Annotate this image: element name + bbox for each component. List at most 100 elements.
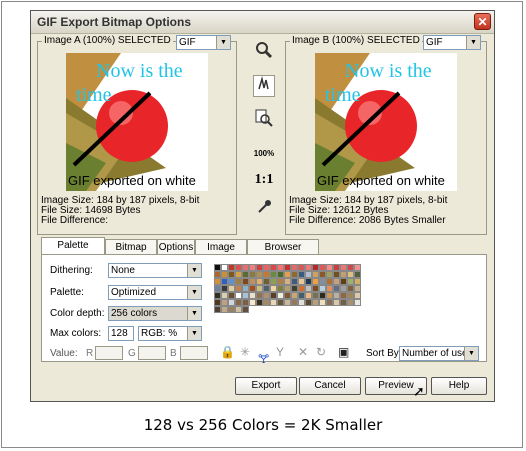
palette-swatch[interactable] [235, 278, 242, 285]
palette-swatch[interactable] [333, 271, 340, 278]
palette-swatch[interactable] [270, 271, 277, 278]
palette-swatch[interactable] [284, 285, 291, 292]
palette-swatch[interactable] [347, 299, 354, 306]
palette-swatch[interactable] [326, 285, 333, 292]
palette-swatch[interactable] [235, 285, 242, 292]
palette-swatch[interactable] [214, 264, 221, 271]
palette-swatch[interactable] [249, 264, 256, 271]
palette-swatch[interactable] [347, 292, 354, 299]
lock-color-icon[interactable]: 🔒 [220, 345, 235, 359]
palette-swatch[interactable] [284, 299, 291, 306]
palette-swatch[interactable] [249, 299, 256, 306]
image-b-format-select[interactable]: GIF ▼ [423, 35, 481, 50]
palette-swatch[interactable] [270, 264, 277, 271]
palette-swatch[interactable] [347, 271, 354, 278]
palette-swatch[interactable] [340, 278, 347, 285]
palette-swatch[interactable] [214, 306, 221, 313]
palette-swatch[interactable] [354, 285, 361, 292]
palette-swatch[interactable] [312, 285, 319, 292]
palette-swatch[interactable] [326, 264, 333, 271]
tab-browser-preview[interactable]: Browser Preview [247, 239, 319, 268]
palette-swatch[interactable] [235, 271, 242, 278]
palette-swatch[interactable] [326, 278, 333, 285]
palette-swatch[interactable] [333, 292, 340, 299]
palette-swatch[interactable] [235, 264, 242, 271]
help-button[interactable]: Help [431, 377, 487, 395]
palette-select[interactable]: Optimized ▼ [108, 285, 202, 300]
palette-swatch[interactable] [228, 271, 235, 278]
palette-swatch[interactable] [277, 292, 284, 299]
zoom-icon[interactable] [253, 41, 275, 63]
palette-swatch[interactable] [270, 285, 277, 292]
palette-swatch[interactable] [298, 292, 305, 299]
palette-swatch[interactable] [312, 271, 319, 278]
palette-swatch[interactable] [221, 271, 228, 278]
palette-swatch[interactable] [214, 292, 221, 299]
r-value-input[interactable] [95, 346, 123, 360]
palette-swatch[interactable] [284, 271, 291, 278]
palette-swatch[interactable] [354, 271, 361, 278]
palette-swatch[interactable] [347, 264, 354, 271]
palette-swatch[interactable] [326, 271, 333, 278]
palette-swatch[interactable] [340, 264, 347, 271]
palette-swatch[interactable] [228, 299, 235, 306]
palette-swatch[interactable] [277, 264, 284, 271]
palette-swatch[interactable] [228, 306, 235, 313]
palette-swatch[interactable] [305, 264, 312, 271]
b-value-input[interactable] [180, 346, 208, 360]
palette-swatch[interactable] [305, 292, 312, 299]
palette-swatch[interactable] [228, 278, 235, 285]
palette-swatch[interactable] [291, 292, 298, 299]
palette-swatch[interactable] [277, 278, 284, 285]
palette-swatch[interactable] [354, 264, 361, 271]
palette-swatch[interactable] [228, 264, 235, 271]
palette-swatch[interactable] [256, 292, 263, 299]
tab-image-map[interactable]: Image Map [195, 239, 247, 268]
palette-swatch[interactable] [333, 285, 340, 292]
palette-swatch[interactable] [249, 285, 256, 292]
palette-swatch[interactable] [235, 292, 242, 299]
restore-color-icon[interactable]: ↻ [316, 345, 326, 359]
palette-swatch[interactable] [312, 278, 319, 285]
system-color-icon[interactable]: Y [276, 345, 284, 359]
palette-swatch[interactable] [333, 278, 340, 285]
tab-palette-options[interactable]: Palette Options [41, 237, 105, 266]
max-colors-input[interactable]: 128 [108, 326, 134, 341]
palette-swatch[interactable] [347, 278, 354, 285]
palette-swatch[interactable] [228, 285, 235, 292]
palette-swatch[interactable] [340, 271, 347, 278]
palette-swatch[interactable] [277, 285, 284, 292]
palette-swatch[interactable] [340, 285, 347, 292]
palette-swatch[interactable] [347, 285, 354, 292]
palette-swatch[interactable] [333, 264, 340, 271]
palette-swatch[interactable] [228, 292, 235, 299]
palette-swatch[interactable] [291, 299, 298, 306]
palette-swatch[interactable] [298, 299, 305, 306]
palette-swatch[interactable] [284, 278, 291, 285]
image-a-format-select[interactable]: GIF ▼ [176, 35, 231, 50]
palette-swatch[interactable] [214, 271, 221, 278]
palette-swatch[interactable] [235, 299, 242, 306]
palette-swatch[interactable] [221, 278, 228, 285]
palette-swatch[interactable] [221, 306, 228, 313]
palette-swatch[interactable] [221, 264, 228, 271]
web-safe-icon[interactable]: ✳ [240, 345, 250, 359]
push-tool-icon[interactable] [253, 75, 275, 97]
palette-swatch[interactable] [242, 299, 249, 306]
palette-swatch[interactable] [256, 271, 263, 278]
palette-swatch[interactable] [284, 264, 291, 271]
palette-swatch[interactable] [242, 264, 249, 271]
palette-swatch[interactable] [249, 292, 256, 299]
g-value-input[interactable] [138, 346, 166, 360]
sort-by-select[interactable]: Number of uses ▼ [399, 346, 479, 361]
palette-swatch[interactable] [221, 292, 228, 299]
palette-swatch[interactable] [291, 278, 298, 285]
palette-swatch[interactable] [263, 299, 270, 306]
save-palette-icon[interactable]: ▣ [338, 345, 349, 359]
palette-swatch[interactable] [305, 285, 312, 292]
palette-swatch[interactable] [214, 285, 221, 292]
palette-swatch[interactable] [270, 299, 277, 306]
one-to-one-button[interactable]: 1:1 [251, 169, 277, 191]
palette-swatch[interactable] [340, 292, 347, 299]
dithering-select[interactable]: None ▼ [108, 263, 202, 278]
